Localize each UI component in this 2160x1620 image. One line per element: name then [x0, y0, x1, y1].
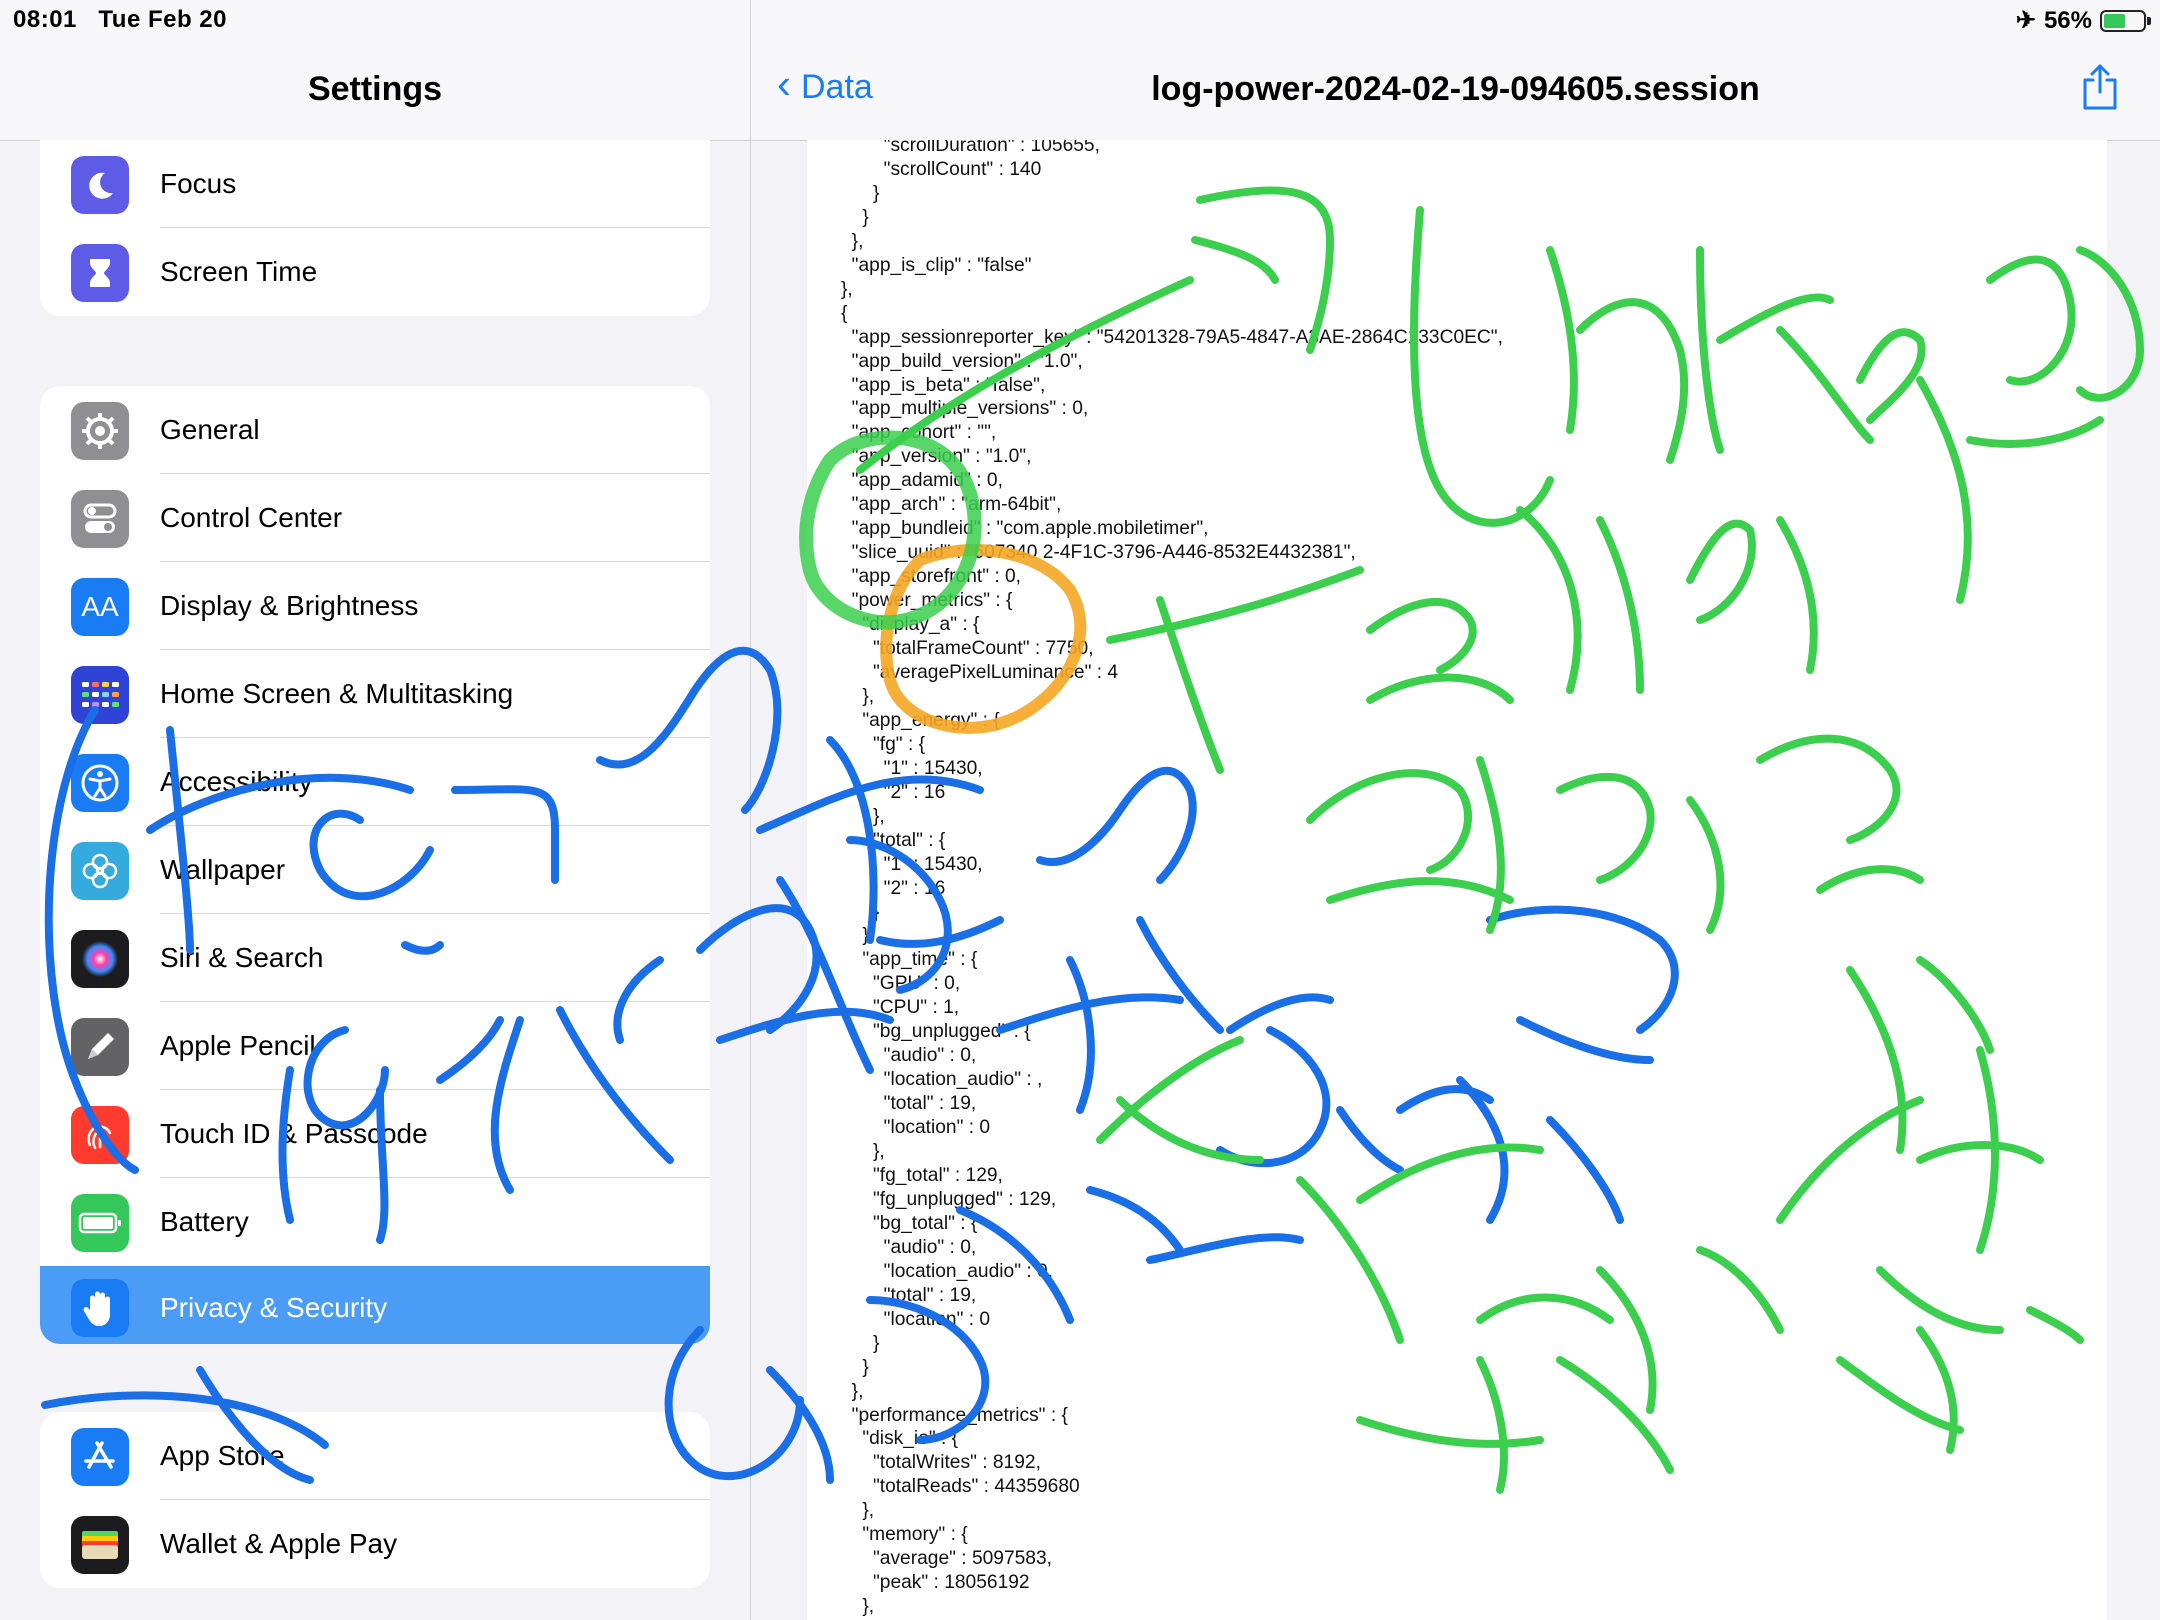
battery-indicator-icon	[2100, 9, 2151, 32]
sidebar-item-label: Focus	[160, 168, 237, 199]
accessibility-icon	[71, 754, 129, 812]
sidebar-item-label: Privacy & Security	[160, 1292, 388, 1323]
sidebar-item-label: Accessibility	[160, 766, 313, 797]
gear-icon	[71, 402, 129, 460]
airplane-icon: ✈	[2015, 7, 2036, 34]
toggles-icon	[71, 490, 129, 548]
share-icon[interactable]	[2080, 62, 2120, 117]
hand-icon	[71, 1279, 129, 1337]
settings-sidebar: Settings Focus Screen Time General Contr…	[0, 0, 751, 1620]
flower-icon	[71, 842, 129, 900]
settings-group-general: General Control Center AA Display & Brig…	[40, 386, 710, 1344]
hourglass-icon	[71, 244, 129, 302]
sidebar-item-app-store[interactable]: App Store	[40, 1412, 710, 1500]
sidebar-item-label: Siri & Search	[160, 942, 324, 973]
json-viewer[interactable]: "scrollDuration" : 105655, "scrollCount"…	[807, 140, 2107, 1620]
sidebar-item-label: Touch ID & Passcode	[160, 1118, 428, 1149]
sidebar-item-screen-time[interactable]: Screen Time	[40, 228, 710, 316]
status-right: ✈ 56%	[2015, 6, 2151, 35]
sidebar-item-label: Battery	[160, 1206, 249, 1237]
sidebar-item-wallet[interactable]: Wallet & Apple Pay	[40, 1500, 710, 1588]
status-time: 08:01 Tue Feb 20	[13, 6, 227, 33]
wallet-icon	[71, 1516, 129, 1574]
sidebar-item-label: Wallpaper	[160, 854, 286, 885]
sidebar-item-apple-pencil[interactable]: Apple Pencil	[40, 1002, 710, 1090]
sidebar-item-label: Control Center	[160, 502, 343, 533]
battery-percent: 56%	[2043, 6, 2092, 34]
document-title: log-power-2024-02-19-094605.session	[1151, 70, 1760, 108]
pencil-icon	[71, 1018, 129, 1076]
sidebar-item-focus[interactable]: Focus	[40, 140, 710, 228]
sidebar-item-general[interactable]: General	[40, 386, 710, 474]
sidebar-item-label: App Store	[160, 1440, 285, 1471]
app-store-icon	[71, 1428, 129, 1486]
sidebar-item-label: General	[160, 414, 260, 445]
sidebar-item-label: Home Screen & Multitasking	[160, 678, 514, 709]
sidebar-item-control-center[interactable]: Control Center	[40, 474, 710, 562]
sidebar-item-label: Wallet & Apple Pay	[160, 1528, 398, 1559]
sidebar-item-label: Apple Pencil	[160, 1030, 316, 1061]
sidebar-item-label: Display & Brightness	[160, 590, 419, 621]
sidebar-item-siri-search[interactable]: Siri & Search	[40, 914, 710, 1002]
moon-icon	[71, 156, 129, 214]
settings-group-store: App Store Wallet & Apple Pay	[40, 1412, 710, 1588]
sidebar-item-touch-id[interactable]: Touch ID & Passcode	[40, 1090, 710, 1178]
battery-nub	[2147, 16, 2151, 25]
status-bar: 08:01 Tue Feb 20 ✈ 56%	[0, 0, 2160, 40]
detail-pane: ‹ Data log-power-2024-02-19-094605.sessi…	[751, 0, 2160, 1620]
fingerprint-icon	[71, 1106, 129, 1164]
sidebar-item-display-brightness[interactable]: AA Display & Brightness	[40, 562, 710, 650]
sidebar-item-privacy-security[interactable]: Privacy & Security	[40, 1266, 710, 1344]
sidebar-item-battery[interactable]: Battery	[40, 1178, 710, 1266]
json-content: "scrollDuration" : 105655, "scrollCount"…	[841, 140, 1503, 1618]
settings-group-focus: Focus Screen Time	[40, 140, 710, 316]
battery-fill	[2104, 13, 2125, 28]
sidebar-item-home-screen[interactable]: Home Screen & Multitasking	[40, 650, 710, 738]
text-size-icon: AA	[71, 578, 129, 636]
sidebar-item-accessibility[interactable]: Accessibility	[40, 738, 710, 826]
siri-icon	[71, 930, 129, 988]
sidebar-item-label: Screen Time	[160, 256, 318, 287]
sidebar-item-wallpaper[interactable]: Wallpaper	[40, 826, 710, 914]
sidebar-title: Settings	[307, 70, 443, 108]
battery-icon	[71, 1194, 129, 1252]
app-grid-icon	[71, 666, 129, 724]
